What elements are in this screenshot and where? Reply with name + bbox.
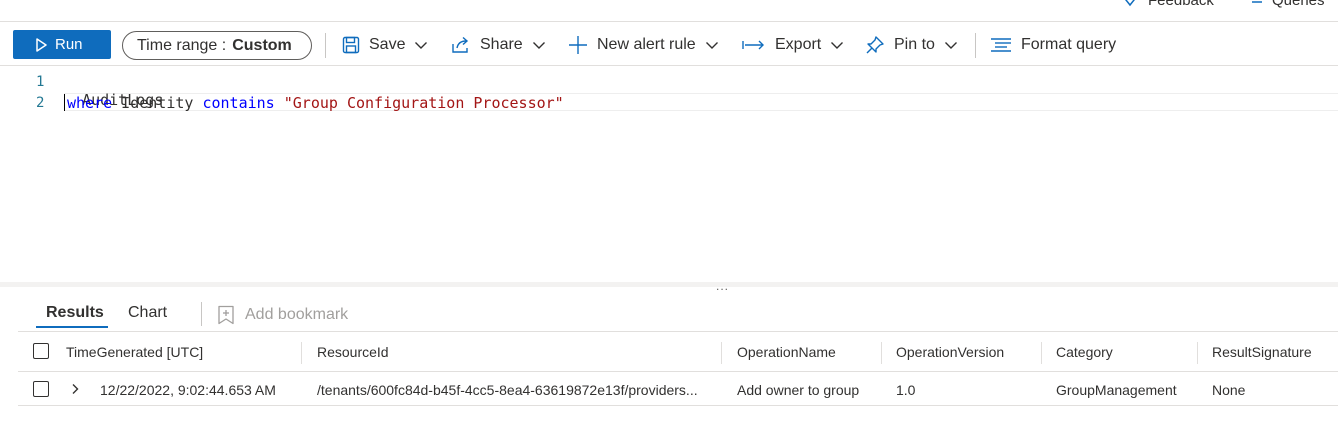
column-separator[interactable]	[881, 342, 882, 364]
select-all-checkbox[interactable]	[33, 343, 49, 359]
new-alert-rule-button[interactable]: New alert rule	[568, 32, 719, 58]
column-separator[interactable]	[1197, 342, 1198, 364]
time-range-label: Time range :	[137, 36, 227, 54]
export-icon	[742, 37, 766, 53]
toolbar-divider	[975, 33, 976, 58]
add-bookmark-label: Add bookmark	[245, 306, 349, 323]
column-header-category[interactable]: Category	[1056, 344, 1113, 360]
row-border	[18, 405, 1338, 406]
code-line-2[interactable]: |where Identity contains "Group Configur…	[64, 94, 564, 112]
cell-resultsignature: None	[1212, 382, 1246, 398]
pin-icon	[865, 35, 885, 55]
column-header-operationversion[interactable]: OperationVersion	[896, 344, 1004, 360]
queries-link[interactable]: Queries	[1242, 0, 1325, 9]
column-header-timegenerated[interactable]: TimeGenerated [UTC]	[66, 344, 203, 360]
time-range-picker[interactable]: Time range : Custom	[122, 31, 312, 60]
add-bookmark-button[interactable]: Add bookmark	[217, 305, 348, 325]
line-number: 1	[36, 74, 45, 90]
share-label: Share	[480, 36, 523, 53]
cell-timegenerated: 12/22/2022, 9:02:44.653 AM	[100, 382, 276, 398]
cell-resourceid: /tenants/600fc84d-b45f-4cc5-8ea4-6361987…	[317, 382, 698, 398]
bookmark-add-icon	[217, 305, 235, 325]
column-separator[interactable]	[1041, 342, 1042, 364]
toolbar-divider	[0, 65, 1338, 66]
splitter-handle[interactable]: ...	[716, 279, 729, 293]
save-label: Save	[369, 36, 406, 53]
column-header-operationname[interactable]: OperationName	[737, 344, 836, 360]
keyword-contains: contains	[202, 94, 275, 112]
run-label: Run	[55, 36, 83, 53]
text-cursor	[64, 94, 65, 111]
chevron-down-icon	[532, 40, 546, 50]
queries-icon	[1242, 0, 1264, 9]
column-header-resourceid[interactable]: ResourceId	[317, 344, 389, 360]
expand-chevron-icon[interactable]	[70, 383, 80, 395]
cell-category: GroupManagement	[1056, 382, 1177, 398]
grid-header-border	[18, 371, 1338, 372]
column-separator[interactable]	[301, 342, 302, 364]
share-icon	[451, 36, 471, 54]
string-literal: "Group Configuration Processor"	[283, 94, 564, 112]
format-query-label: Format query	[1021, 36, 1117, 53]
keyword-where: where	[67, 94, 113, 112]
column-identity: Identity	[112, 94, 203, 112]
column-header-resultsignature[interactable]: ResultSignature	[1212, 344, 1312, 360]
grid-top-border	[18, 331, 1338, 332]
heart-icon	[1120, 0, 1140, 9]
chevron-down-icon	[414, 40, 428, 50]
pin-to-button[interactable]: Pin to	[865, 32, 958, 58]
tab-chart[interactable]: Chart	[128, 304, 167, 322]
format-lines-icon	[990, 37, 1012, 53]
active-tab-indicator	[36, 326, 108, 328]
tab-results[interactable]: Results	[46, 304, 104, 322]
tabs-divider	[201, 302, 202, 326]
new-alert-rule-label: New alert rule	[597, 36, 696, 53]
cell-operationversion: 1.0	[896, 382, 916, 398]
pane-splitter[interactable]	[0, 282, 1338, 287]
chevron-down-icon	[944, 40, 958, 50]
pin-to-label: Pin to	[894, 36, 935, 53]
feedback-link[interactable]: Feedback	[1120, 0, 1214, 9]
save-icon	[342, 36, 360, 54]
plus-icon	[568, 35, 588, 55]
save-button[interactable]: Save	[342, 32, 428, 58]
row-checkbox[interactable]	[33, 381, 49, 397]
column-separator[interactable]	[721, 342, 722, 364]
export-button[interactable]: Export	[742, 32, 844, 58]
run-button[interactable]: Run	[13, 30, 111, 59]
top-divider	[0, 21, 1338, 22]
feedback-label: Feedback	[1148, 0, 1214, 9]
cell-operationname: Add owner to group	[737, 382, 860, 398]
export-label: Export	[775, 36, 822, 53]
play-icon	[35, 37, 47, 52]
line-number: 2	[36, 95, 45, 111]
chevron-down-icon	[830, 40, 844, 50]
toolbar-divider	[325, 33, 326, 58]
time-range-value: Custom	[232, 36, 292, 54]
format-query-button[interactable]: Format query	[990, 32, 1116, 58]
queries-label: Queries	[1272, 0, 1325, 9]
chevron-down-icon	[705, 40, 719, 50]
share-button[interactable]: Share	[451, 32, 546, 58]
